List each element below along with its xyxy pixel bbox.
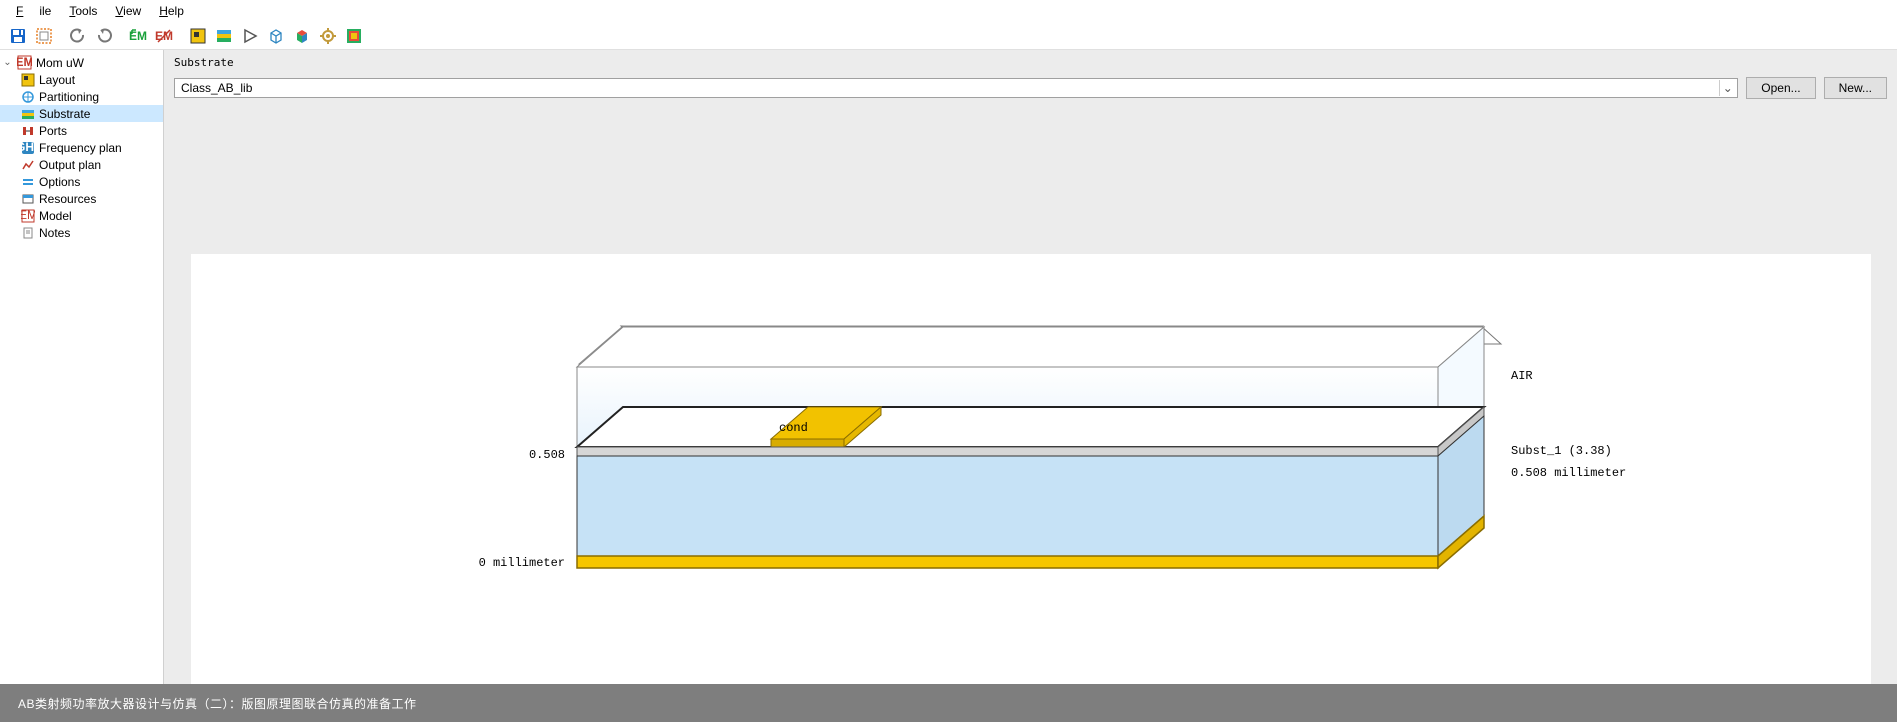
tree-collapse-icon[interactable]: ⌄ (2, 57, 13, 68)
tree-item-ports[interactable]: Ports (0, 122, 163, 139)
tree-item-notes[interactable]: Notes (0, 224, 163, 241)
menu-view[interactable]: View (107, 2, 149, 20)
cube-color-icon[interactable] (290, 24, 314, 48)
tree-item-partitioning[interactable]: Partitioning (0, 88, 163, 105)
frequency-icon: GHz (20, 140, 35, 155)
svg-text:EM: EM (17, 55, 32, 69)
air-label: AIR (1511, 369, 1533, 383)
chevron-down-icon[interactable]: ⌄ (1719, 80, 1735, 96)
em-red-icon[interactable]: EM (152, 24, 176, 48)
tree-item-output-plan[interactable]: Output plan (0, 156, 163, 173)
subst-thickness-label: 0.508 millimeter (1511, 466, 1626, 480)
tree-item-label: Notes (39, 226, 70, 240)
tree-item-label: Substrate (39, 107, 90, 121)
caption-text: AB类射频功率放大器设计与仿真（二）：版图原理图联合仿真的准备工作 (18, 695, 417, 712)
tree-item-model[interactable]: EM Model (0, 207, 163, 224)
tree-item-label: Options (39, 175, 80, 189)
notes-icon (20, 225, 35, 240)
menu-tools[interactable]: Tools (61, 2, 105, 20)
substrate-icon (20, 106, 35, 121)
project-tree: ⌄ EM Mom uW Layout Partitioning Substrat… (0, 50, 164, 684)
tree-item-substrate[interactable]: Substrate (0, 105, 163, 122)
content-panel: Substrate Class_AB_lib ⌄ Open... New... (164, 50, 1897, 684)
menu-file[interactable]: File (8, 2, 59, 20)
cond-label: cond (779, 421, 808, 435)
redo-icon[interactable] (92, 24, 116, 48)
ports-icon (20, 123, 35, 138)
tree-item-label: Partitioning (39, 90, 99, 104)
screenshot-icon[interactable] (32, 24, 56, 48)
partitioning-icon (20, 89, 35, 104)
em-green-icon[interactable]: EM (126, 24, 150, 48)
em-project-icon: EM (17, 55, 32, 70)
layout-icon[interactable] (186, 24, 210, 48)
gear-icon[interactable] (316, 24, 340, 48)
toolbar: EM EM (0, 22, 1897, 50)
save-icon[interactable] (6, 24, 30, 48)
video-caption: AB类射频功率放大器设计与仿真（二）：版图原理图联合仿真的准备工作 (0, 684, 1897, 722)
tree-item-label: Resources (39, 192, 96, 206)
undo-icon[interactable] (66, 24, 90, 48)
tree-item-label: Layout (39, 73, 75, 87)
svg-text:GHz: GHz (21, 141, 35, 154)
model-icon: EM (20, 208, 35, 223)
substrate-layers-icon[interactable] (212, 24, 236, 48)
panel-title: Substrate (164, 50, 1897, 75)
tree-item-label: Frequency plan (39, 141, 122, 155)
tree-item-label: Output plan (39, 158, 101, 172)
resources-icon (20, 191, 35, 206)
new-button[interactable]: New... (1824, 77, 1887, 99)
menu-bar: File Tools View Help (0, 0, 1897, 22)
run-icon[interactable] (238, 24, 262, 48)
open-button[interactable]: Open... (1746, 77, 1815, 99)
combo-value: Class_AB_lib (181, 81, 252, 95)
fields-icon[interactable] (342, 24, 366, 48)
tree-item-layout[interactable]: Layout (0, 71, 163, 88)
options-icon (20, 174, 35, 189)
tree-item-frequency-plan[interactable]: GHz Frequency plan (0, 139, 163, 156)
tree-item-options[interactable]: Options (0, 173, 163, 190)
menu-help[interactable]: Help (151, 2, 192, 20)
tree-item-label: Model (39, 209, 72, 223)
output-icon (20, 157, 35, 172)
left-bottom-label: 0 millimeter (478, 556, 564, 570)
tree-item-resources[interactable]: Resources (0, 190, 163, 207)
tree-item-label: Ports (39, 124, 67, 138)
cube-outline-icon[interactable] (264, 24, 288, 48)
substrate-3d-view[interactable]: AIR cond Subst_1 (3.38) 0.508 millimeter… (191, 254, 1871, 684)
layout-icon (20, 72, 35, 87)
substrate-file-combo[interactable]: Class_AB_lib ⌄ (174, 78, 1738, 98)
left-top-label: 0.508 (528, 448, 564, 462)
tree-root[interactable]: ⌄ EM Mom uW (0, 54, 163, 71)
subst-name-label: Subst_1 (3.38) (1511, 444, 1612, 458)
svg-text:EM: EM (21, 209, 35, 222)
tree-root-label: Mom uW (36, 56, 84, 70)
